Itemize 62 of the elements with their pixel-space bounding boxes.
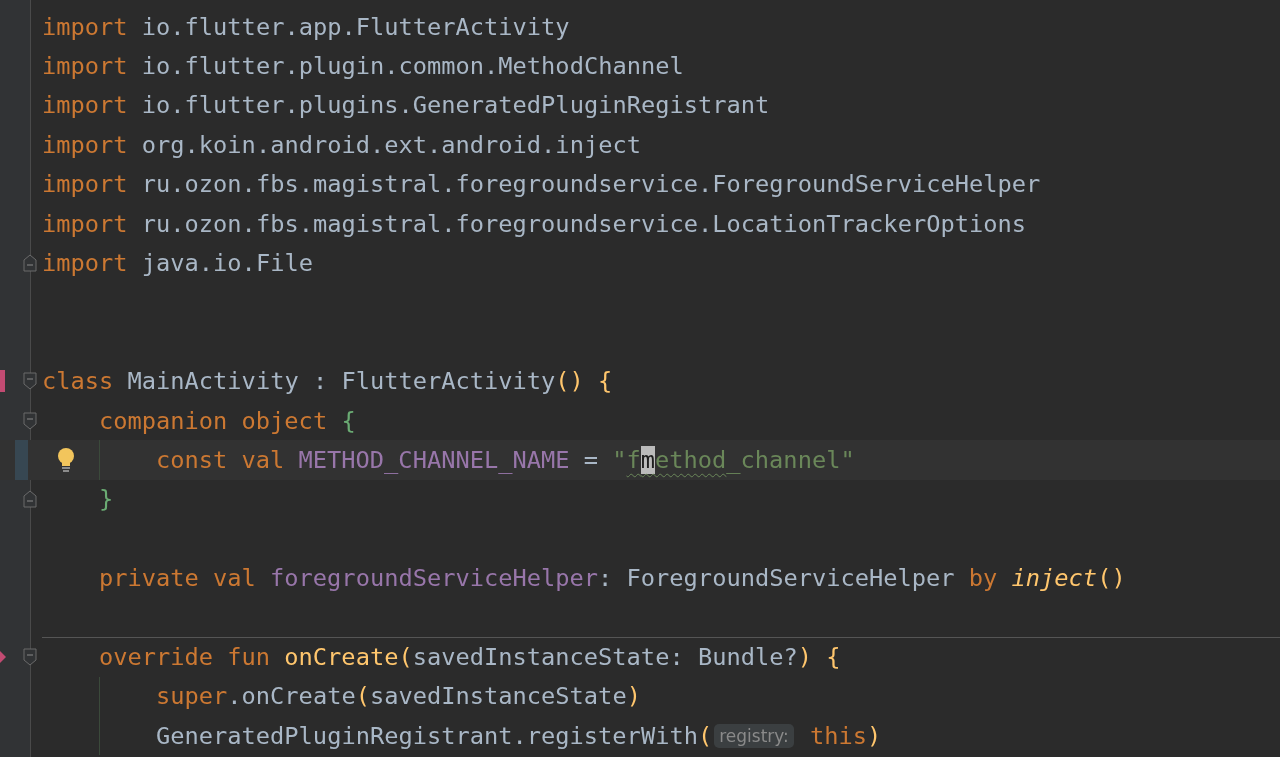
bracket-text: {: [598, 367, 613, 396]
function-call: inject: [1011, 564, 1098, 593]
function-name: onCreate: [284, 642, 399, 671]
code-text: io.flutter.plugin.common.MethodChannel: [141, 52, 684, 81]
code-text: ru.ozon.fbs.magistral.foregroundservice.LocationTrackerOptions: [141, 209, 1026, 238]
keyword-text: import: [42, 52, 128, 81]
fold-icon[interactable]: [23, 372, 37, 391]
bracket-text: (: [355, 682, 370, 711]
code-text: java.io.File: [141, 249, 313, 278]
code-text: savedInstanceState:: [412, 642, 684, 671]
keyword-text: import: [42, 170, 128, 199]
parameter-hint: registry:: [714, 723, 794, 748]
code-text: ru.ozon.fbs.magistral.foregroundservice.ForegroundServiceHelper: [141, 170, 1041, 199]
brace-text: {: [341, 406, 356, 435]
code-text: org.koin.android.ext.android.inject: [141, 130, 641, 159]
keyword-text: this: [810, 721, 868, 750]
keyword-text: import: [42, 209, 128, 238]
code-text: :: [312, 367, 328, 396]
keyword-text: companion: [99, 406, 228, 435]
code-text: =: [583, 446, 598, 474]
string-literal: "fmethod_channel": [612, 446, 855, 474]
code-text: io.flutter.plugins.GeneratedPluginRegistrant: [141, 91, 770, 120]
keyword-text: val: [241, 446, 285, 474]
bracket-text: (): [1097, 564, 1126, 593]
keyword-text: super: [156, 682, 228, 711]
bracket-text: (: [398, 642, 413, 671]
bracket-text: (): [555, 367, 584, 396]
fold-icon[interactable]: [23, 490, 37, 509]
code-text: MainActivity: [127, 367, 299, 396]
keyword-text: fun: [227, 642, 271, 671]
keyword-text: import: [42, 130, 128, 159]
bracket-text: {: [826, 642, 841, 671]
brace-text: }: [99, 485, 114, 514]
keyword-text: import: [42, 249, 128, 278]
bracket-text: (: [697, 721, 713, 750]
keyword-text: object: [241, 406, 328, 435]
keyword-text: import: [42, 91, 128, 120]
code-text: :: [598, 564, 613, 593]
code-text: .onCreate: [227, 682, 356, 711]
bracket-text: ): [626, 682, 641, 711]
bracket-text: ): [867, 721, 882, 750]
keyword-text: by: [968, 564, 998, 593]
fold-icon[interactable]: [23, 647, 37, 666]
keyword-text: val: [213, 564, 256, 593]
lightbulb-icon[interactable]: [56, 447, 76, 473]
keyword-text: class: [42, 367, 114, 396]
code-text: io.flutter.app.FlutterActivity: [141, 12, 570, 41]
keyword-text: const: [156, 446, 228, 474]
fold-icon[interactable]: [23, 411, 37, 430]
code-text: Bundle?: [697, 642, 798, 671]
fold-icon[interactable]: [23, 254, 37, 273]
code-text: GeneratedPluginRegistrant.registerWith: [156, 721, 698, 750]
keyword-text: import: [42, 12, 128, 41]
keyword-text: private: [99, 564, 199, 593]
code-text: FlutterActivity: [341, 367, 556, 396]
property-name: foregroundServiceHelper: [270, 564, 599, 593]
code-text: ForegroundServiceHelper: [626, 564, 955, 593]
code-text: savedInstanceState: [369, 682, 627, 711]
keyword-text: override: [99, 642, 214, 671]
change-marker: [15, 440, 28, 480]
property-name: METHOD_CHANNEL_NAME: [298, 446, 570, 474]
bracket-text: ): [797, 642, 812, 671]
